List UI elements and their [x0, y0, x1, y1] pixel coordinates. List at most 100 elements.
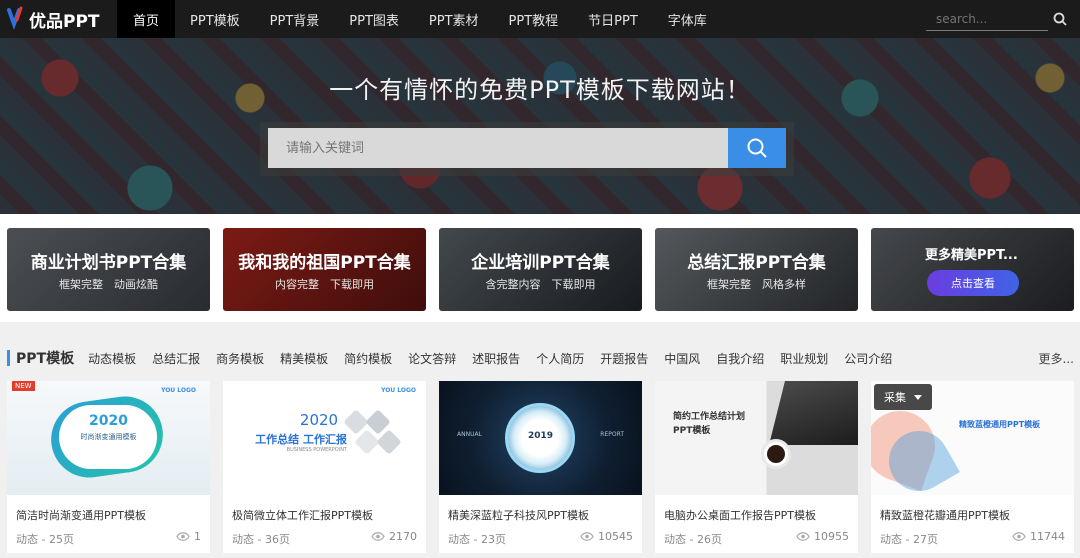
- card-title[interactable]: 精美深蓝粒子科技风PPT模板: [448, 507, 589, 523]
- thumb-subtitle: 精致蓝橙通用PPT模板: [959, 420, 1041, 429]
- banner-summary-report[interactable]: 总结汇报PPT合集 框架完整 风格多样: [655, 228, 858, 311]
- thumb-year: 2020: [299, 411, 339, 429]
- card-thumbnail[interactable]: 2019 ANNUAL REPORT: [439, 381, 642, 495]
- thumb-logo: YOU LOGO: [161, 387, 196, 394]
- banner-title: 商业计划书PPT合集: [30, 253, 187, 273]
- banner-more[interactable]: 更多精美PPT... 点击查看: [871, 228, 1074, 311]
- category-item[interactable]: 动态模板: [88, 350, 136, 367]
- card-views: 10545: [580, 530, 633, 543]
- hero-search-button[interactable]: [728, 128, 786, 168]
- card-title[interactable]: 精致蓝橙花瓣通用PPT模板: [880, 507, 1010, 523]
- card-meta: 动态 - 25页: [16, 533, 74, 546]
- category-item[interactable]: 公司介绍: [844, 350, 892, 367]
- thumb-label-right: REPORT: [600, 431, 624, 438]
- eye-icon: [580, 532, 594, 541]
- section-title-text: PPT模板: [16, 351, 75, 367]
- card-thumbnail[interactable]: YOU LOGO 2020 工作总结 工作汇报 BUSINESS POWERPO…: [223, 381, 426, 495]
- template-card[interactable]: 2019 ANNUAL REPORT 精美深蓝粒子科技风PPT模板 动态 - 2…: [439, 381, 642, 553]
- category-item[interactable]: 中国风: [664, 350, 700, 367]
- new-badge: NEW: [12, 381, 35, 391]
- hero-title: 一个有情怀的免费PPT模板下载网站！: [329, 76, 751, 104]
- top-search-input[interactable]: [926, 7, 1048, 31]
- logo-text: 优品PPT: [29, 11, 100, 32]
- category-item[interactable]: 职业规划: [780, 350, 828, 367]
- eye-icon: [371, 532, 385, 541]
- banner-subtitle: 含完整内容 下载即用: [485, 278, 596, 291]
- thumb-logo: YOU LOGO: [381, 387, 416, 394]
- collect-button[interactable]: 采集: [874, 384, 932, 410]
- view-count: 2170: [389, 530, 417, 543]
- nav-item-fonts[interactable]: 字体库: [653, 0, 722, 38]
- section-title-marker: [7, 350, 10, 366]
- thumb-laptop: [769, 381, 858, 445]
- logo-icon: [7, 6, 23, 30]
- banner-corporate-training[interactable]: 企业培训PPT合集 含完整内容 下载即用: [439, 228, 642, 311]
- category-list: 动态模板 总结汇报 商务模板 精美模板 简约模板 论文答辩 述职报告 个人简历 …: [88, 350, 908, 367]
- site-logo[interactable]: 优品PPT: [0, 0, 117, 38]
- template-card[interactable]: 精致蓝橙通用PPT模板 采集 精致蓝橙花瓣通用PPT模板 动态 - 27页 11…: [871, 381, 1074, 553]
- card-title[interactable]: 简洁时尚渐变通用PPT模板: [16, 507, 146, 523]
- banner-business-plan[interactable]: 商业计划书PPT合集 框架完整 动画炫酷: [7, 228, 210, 311]
- category-item[interactable]: 个人简历: [536, 350, 584, 367]
- nav-item-ppt-tutorials[interactable]: PPT教程: [494, 0, 574, 38]
- card-thumbnail[interactable]: 精致蓝橙通用PPT模板 采集: [871, 381, 1074, 495]
- card-meta: 动态 - 26页: [664, 533, 722, 546]
- hero-banner: 一个有情怀的免费PPT模板下载网站！: [0, 38, 1080, 214]
- thumb-subtitle-en: BUSINESS POWERPOINT: [286, 447, 347, 453]
- search-icon[interactable]: [1048, 7, 1072, 31]
- banner-motherland[interactable]: 我和我的祖国PPT合集 内容完整 下载即用: [223, 228, 426, 311]
- template-card[interactable]: 简约工作总结计划 PPT模板 电脑办公桌面工作报告PPT模板 动态 - 26页 …: [655, 381, 858, 553]
- banner-more-title: 更多精美PPT...: [925, 248, 1018, 263]
- card-meta: 动态 - 36页: [232, 533, 290, 546]
- category-item[interactable]: 总结汇报: [152, 350, 200, 367]
- nav-item-home[interactable]: 首页: [117, 0, 176, 38]
- nav-item-ppt-charts[interactable]: PPT图表: [334, 0, 414, 38]
- template-card[interactable]: YOU LOGO 2020 工作总结 工作汇报 BUSINESS POWERPO…: [223, 381, 426, 553]
- eye-icon: [176, 532, 190, 541]
- card-views: 1: [176, 530, 201, 543]
- card-title[interactable]: 电脑办公桌面工作报告PPT模板: [664, 507, 816, 523]
- nav-item-ppt-templates[interactable]: PPT模板: [175, 0, 255, 38]
- card-thumbnail[interactable]: NEW YOU LOGO 2020 时尚渐变通用模板: [7, 381, 210, 495]
- nav-item-holiday-ppt[interactable]: 节日PPT: [573, 0, 653, 38]
- card-meta: 动态 - 27页: [880, 533, 938, 546]
- banner-title: 企业培训PPT合集: [471, 253, 610, 273]
- eye-icon: [796, 532, 810, 541]
- banner-subtitle: 框架完整 动画炫酷: [59, 278, 158, 291]
- feature-banners: 商业计划书PPT合集 框架完整 动画炫酷 我和我的祖国PPT合集 内容完整 下载…: [0, 214, 1080, 322]
- card-views: 2170: [371, 530, 417, 543]
- view-count: 11744: [1030, 530, 1065, 543]
- thumb-label-left: ANNUAL: [457, 431, 482, 438]
- nav-item-ppt-materials[interactable]: PPT素材: [414, 0, 494, 38]
- top-search: [926, 7, 1072, 31]
- hero-search-input[interactable]: [268, 128, 728, 168]
- category-bar: PPT模板 动态模板 总结汇报 商务模板 精美模板 简约模板 论文答辩 述职报告…: [0, 338, 1080, 378]
- thumb-coffee: [767, 445, 785, 463]
- card-thumbnail[interactable]: 简约工作总结计划 PPT模板: [655, 381, 858, 495]
- banner-subtitle: 框架完整 风格多样: [707, 278, 806, 291]
- view-more-button[interactable]: 点击查看: [927, 270, 1019, 296]
- category-item[interactable]: 商务模板: [216, 350, 264, 367]
- nav-item-ppt-backgrounds[interactable]: PPT背景: [255, 0, 335, 38]
- banner-title: 总结汇报PPT合集: [687, 253, 826, 273]
- category-more-link[interactable]: 更多...: [1039, 350, 1074, 367]
- category-item[interactable]: 开题报告: [600, 350, 648, 367]
- category-item[interactable]: 论文答辩: [408, 350, 456, 367]
- hero-search: [260, 122, 794, 176]
- thumb-year: 2020: [89, 413, 128, 429]
- category-item[interactable]: 精美模板: [280, 350, 328, 367]
- top-nav: 优品PPT 首页 PPT模板 PPT背景 PPT图表 PPT素材 PPT教程 节…: [0, 0, 1080, 38]
- banner-title: 我和我的祖国PPT合集: [238, 253, 411, 273]
- thumb-subtitle: 工作总结 工作汇报: [255, 433, 347, 446]
- caret-down-icon: [914, 394, 922, 400]
- banner-subtitle: 内容完整 下载即用: [275, 278, 374, 291]
- category-item[interactable]: 简约模板: [344, 350, 392, 367]
- category-item[interactable]: 述职报告: [472, 350, 520, 367]
- template-card[interactable]: NEW YOU LOGO 2020 时尚渐变通用模板 简洁时尚渐变通用PPT模板…: [7, 381, 210, 553]
- thumb-subtitle: 简约工作总结计划: [673, 412, 746, 422]
- card-meta: 动态 - 23页: [448, 533, 506, 546]
- category-item[interactable]: 自我介绍: [716, 350, 764, 367]
- collect-label: 采集: [884, 391, 906, 404]
- card-title[interactable]: 极简微立体工作汇报PPT模板: [232, 507, 373, 523]
- view-count: 10545: [598, 530, 633, 543]
